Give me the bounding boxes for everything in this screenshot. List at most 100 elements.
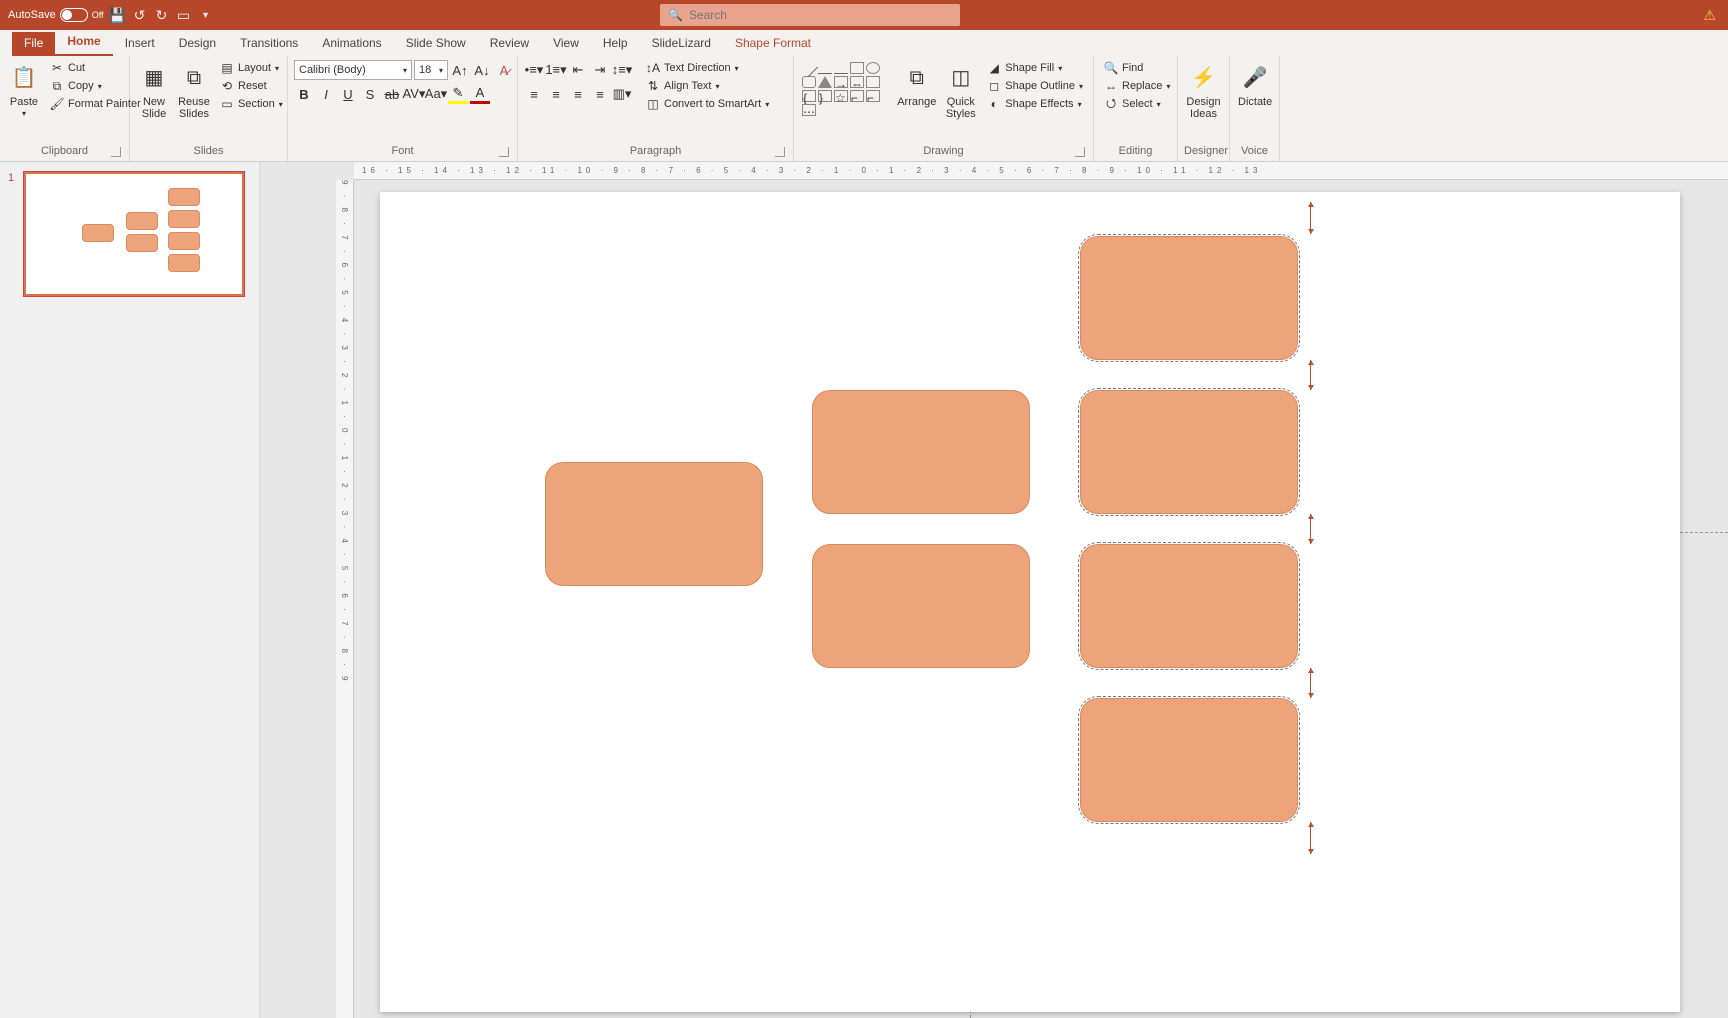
tab-file[interactable]: File xyxy=(12,32,55,56)
slide-thumbnail-panel[interactable]: 1 xyxy=(0,162,260,1018)
shape-fill-button[interactable]: ◢Shape Fill▾ xyxy=(983,60,1087,76)
slide-canvas[interactable] xyxy=(380,192,1680,1012)
slide-thumbnail[interactable] xyxy=(24,172,244,296)
new-slide-button[interactable]: ▦New Slide xyxy=(136,60,172,122)
save-icon[interactable]: 💾 xyxy=(110,7,126,23)
search-input[interactable] xyxy=(689,8,952,22)
layout-button[interactable]: ▤Layout▾ xyxy=(216,60,287,76)
tab-design[interactable]: Design xyxy=(167,32,228,56)
tab-shape-format[interactable]: Shape Format xyxy=(723,32,823,56)
replace-button[interactable]: ↔Replace▾ xyxy=(1100,78,1174,94)
section-button[interactable]: ▭Section▾ xyxy=(216,96,287,112)
quick-styles-button[interactable]: ◫Quick Styles xyxy=(942,60,979,122)
arrange-button[interactable]: ⧉Arrange xyxy=(895,60,938,110)
shape-roundrect-selected[interactable] xyxy=(1080,236,1298,360)
cut-label: Cut xyxy=(68,62,85,74)
align-right-icon[interactable]: ≡ xyxy=(568,84,588,104)
shape-rect-icon[interactable] xyxy=(850,62,864,74)
char-spacing-icon[interactable]: AV▾ xyxy=(404,84,424,104)
shape-roundrect-icon[interactable] xyxy=(802,76,816,88)
convert-smartart-label: Convert to SmartArt xyxy=(664,98,761,110)
autosave-toggle[interactable]: AutoSave Off xyxy=(8,8,104,22)
present-from-start-icon[interactable]: ▭ xyxy=(176,7,192,23)
bold-icon[interactable]: B xyxy=(294,84,314,104)
underline-icon[interactable]: U xyxy=(338,84,358,104)
change-case-icon[interactable]: Aa▾ xyxy=(426,84,446,104)
slide-edit-area[interactable]: 16 · 15 · 14 · 13 · 12 · 11 · 10 · 9 · 8… xyxy=(260,162,1728,1018)
select-button[interactable]: ⭯Select▾ xyxy=(1100,96,1174,112)
shadow-icon[interactable]: S xyxy=(360,84,380,104)
reuse-slides-button[interactable]: ⧉Reuse Slides xyxy=(176,60,212,122)
search-box[interactable]: 🔍 xyxy=(660,4,960,26)
tab-view[interactable]: View xyxy=(541,32,591,56)
line-spacing-icon[interactable]: ↕≡▾ xyxy=(612,60,632,80)
decrease-font-icon[interactable]: A↓ xyxy=(472,60,492,80)
tab-animations[interactable]: Animations xyxy=(310,32,393,56)
qat-more-icon[interactable]: ▾ xyxy=(198,7,214,23)
clear-formatting-icon[interactable]: A̷ xyxy=(494,60,514,80)
bullets-icon[interactable]: •≡▾ xyxy=(524,60,544,80)
paste-button[interactable]: 📋 Paste ▾ xyxy=(6,60,42,121)
dictate-button[interactable]: 🎤Dictate xyxy=(1236,60,1274,110)
tab-transitions[interactable]: Transitions xyxy=(228,32,310,56)
font-color-icon[interactable]: A xyxy=(470,84,490,104)
undo-icon[interactable]: ↺ xyxy=(132,7,148,23)
decrease-indent-icon[interactable]: ⇤ xyxy=(568,60,588,80)
convert-smartart-button[interactable]: ◫Convert to SmartArt▾ xyxy=(642,96,773,112)
italic-icon[interactable]: I xyxy=(316,84,336,104)
warning-icon[interactable]: ⚠ xyxy=(1703,7,1716,24)
shape-line-icon[interactable] xyxy=(818,62,832,74)
shape-roundrect-selected[interactable] xyxy=(1080,698,1298,822)
shapes-gallery[interactable]: → ⇔ { } ☆ ⌐ ⌐ ⋯ xyxy=(800,60,891,118)
tab-insert[interactable]: Insert xyxy=(113,32,167,56)
shape-line-icon[interactable] xyxy=(800,59,818,77)
shape-more-icon[interactable]: ⋯ xyxy=(802,104,816,116)
shape-brace-icon[interactable]: { xyxy=(802,90,816,102)
shape-star-icon[interactable]: ☆ xyxy=(834,90,848,102)
shape-brace-icon[interactable]: } xyxy=(818,90,832,102)
increase-font-icon[interactable]: A↑ xyxy=(450,60,470,80)
shape-line-icon[interactable] xyxy=(834,62,848,74)
shape-roundrect[interactable] xyxy=(545,462,763,586)
dialog-launcher-icon[interactable] xyxy=(499,147,509,157)
shape-roundrect[interactable] xyxy=(812,544,1030,668)
tab-home[interactable]: Home xyxy=(55,30,112,56)
dialog-launcher-icon[interactable] xyxy=(111,147,121,157)
shape-triangle-icon[interactable] xyxy=(818,76,832,88)
redo-icon[interactable]: ↻ xyxy=(154,7,170,23)
font-size-combo[interactable]: 18▾ xyxy=(414,60,448,80)
tab-review[interactable]: Review xyxy=(478,32,541,56)
shape-roundrect-selected[interactable] xyxy=(1080,544,1298,668)
align-center-icon[interactable]: ≡ xyxy=(546,84,566,104)
tab-slidelizard[interactable]: SlideLizard xyxy=(640,32,723,56)
justify-icon[interactable]: ≡ xyxy=(590,84,610,104)
toggle-icon xyxy=(60,8,88,22)
tab-slideshow[interactable]: Slide Show xyxy=(394,32,478,56)
shape-rect-icon[interactable] xyxy=(866,76,880,88)
numbering-icon[interactable]: 1≡▾ xyxy=(546,60,566,80)
increase-indent-icon[interactable]: ⇥ xyxy=(590,60,610,80)
shape-oval-icon[interactable] xyxy=(866,62,880,74)
strikethrough-icon[interactable]: ab xyxy=(382,84,402,104)
columns-icon[interactable]: ▥▾ xyxy=(612,84,632,104)
tab-help[interactable]: Help xyxy=(591,32,640,56)
align-text-button[interactable]: ⇅Align Text▾ xyxy=(642,78,773,94)
shape-arrow-icon[interactable]: ⇔ xyxy=(850,76,864,88)
shape-roundrect[interactable] xyxy=(812,390,1030,514)
reset-button[interactable]: ⟲Reset xyxy=(216,78,287,94)
find-button[interactable]: 🔍Find xyxy=(1100,60,1174,76)
dialog-launcher-icon[interactable] xyxy=(1075,147,1085,157)
dialog-launcher-icon[interactable] xyxy=(775,147,785,157)
shape-connector-icon[interactable]: ⌐ xyxy=(850,90,864,102)
design-ideas-button[interactable]: ⚡Design Ideas xyxy=(1184,60,1223,122)
shape-arrow-icon[interactable]: → xyxy=(834,76,848,88)
align-left-icon[interactable]: ≡ xyxy=(524,84,544,104)
font-name-combo[interactable]: Calibri (Body)▾ xyxy=(294,60,412,80)
thumbnail-slot[interactable]: 1 xyxy=(8,172,251,296)
text-direction-button[interactable]: ↕AText Direction▾ xyxy=(642,60,773,76)
shape-effects-button[interactable]: ◐Shape Effects▾ xyxy=(983,96,1087,112)
shape-outline-button[interactable]: ◻Shape Outline▾ xyxy=(983,78,1087,94)
highlight-icon[interactable]: ✎ xyxy=(448,84,468,104)
shape-roundrect-selected[interactable] xyxy=(1080,390,1298,514)
shape-connector-icon[interactable]: ⌐ xyxy=(866,90,880,102)
